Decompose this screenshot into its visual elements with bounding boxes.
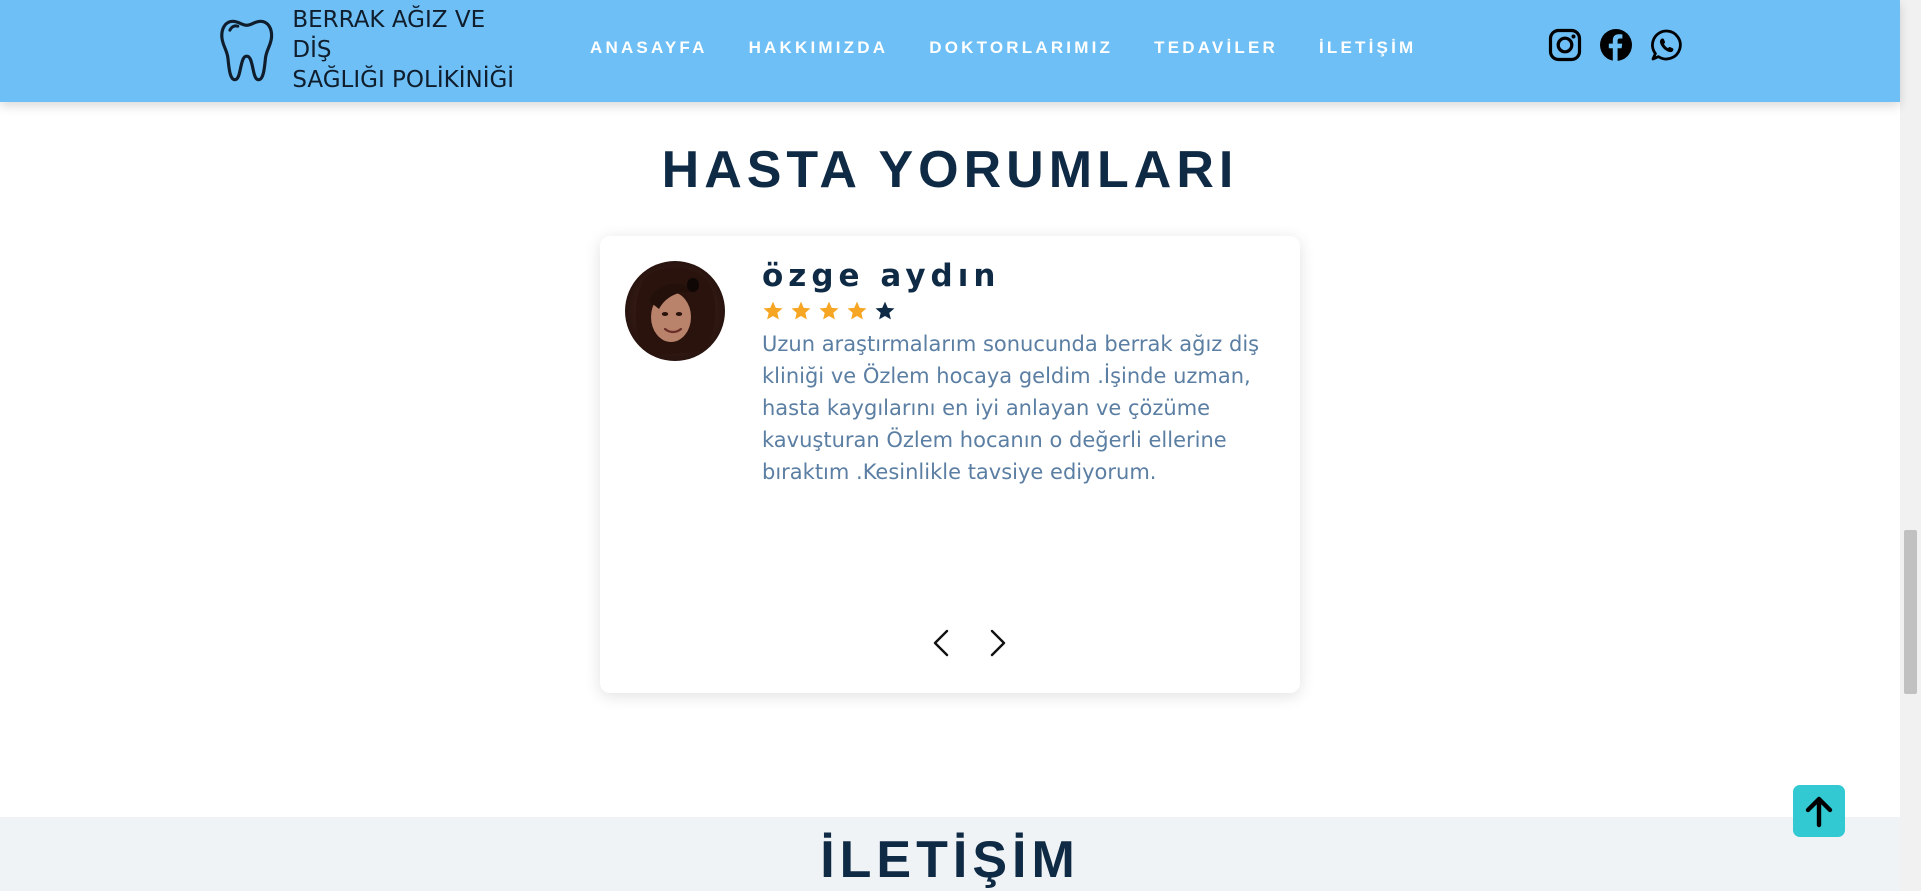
reviewer-name: özge aydın bbox=[762, 258, 1001, 294]
star-filled-icon bbox=[847, 301, 867, 320]
nav-item-anasayfa[interactable]: ANASAYFA bbox=[590, 38, 708, 58]
logo-text-line1: BERRAK AĞIZ VE DİŞ bbox=[292, 7, 486, 63]
arrow-up-icon bbox=[1805, 796, 1833, 828]
star-filled-icon bbox=[763, 301, 783, 320]
rating-stars bbox=[762, 300, 896, 322]
avatar-photo bbox=[625, 261, 725, 361]
tooth-icon bbox=[220, 19, 274, 82]
testimonials-title: HASTA YORUMLARI bbox=[661, 141, 1239, 199]
chevron-left-icon[interactable] bbox=[925, 626, 959, 660]
nav-item-doktorlarimiz[interactable]: DOKTORLARIMIZ bbox=[929, 38, 1113, 58]
star-empty-icon bbox=[875, 301, 895, 320]
logo-text: BERRAK AĞIZ VE DİŞ SAĞLIĞI POLİKİNİĞİ bbox=[292, 5, 529, 95]
logo[interactable]: BERRAK AĞIZ VE DİŞ SAĞLIĞI POLİKİNİĞİ bbox=[219, 7, 529, 93]
scrollbar-thumb[interactable] bbox=[1904, 530, 1917, 694]
testimonial-card: özge aydın Uzun araştırmalarım sonucunda… bbox=[600, 236, 1300, 693]
nav-item-iletisim[interactable]: İLETİŞİM bbox=[1319, 38, 1416, 58]
back-to-top-button[interactable] bbox=[1793, 785, 1845, 837]
social-links bbox=[1548, 28, 1684, 62]
main-nav: ANASAYFA HAKKIMIZDA DOKTORLARIMIZ TEDAVİ… bbox=[590, 38, 1416, 58]
contact-title: İLETİŞİM bbox=[820, 831, 1080, 889]
page-scrollbar[interactable] bbox=[1900, 0, 1921, 891]
avatar bbox=[625, 261, 725, 361]
whatsapp-icon[interactable] bbox=[1650, 28, 1684, 62]
site-header: BERRAK AĞIZ VE DİŞ SAĞLIĞI POLİKİNİĞİ AN… bbox=[0, 0, 1900, 102]
chevron-right-icon[interactable] bbox=[980, 626, 1014, 660]
review-text: Uzun araştırmalarım sonucunda berrak ağı… bbox=[762, 332, 1260, 484]
star-filled-icon bbox=[819, 301, 839, 320]
page: BERRAK AĞIZ VE DİŞ SAĞLIĞI POLİKİNİĞİ AN… bbox=[0, 0, 1921, 891]
facebook-icon[interactable] bbox=[1599, 28, 1633, 62]
nav-item-tedaviler[interactable]: TEDAVİLER bbox=[1154, 38, 1278, 58]
nav-item-hakkimizda[interactable]: HAKKIMIZDA bbox=[749, 38, 889, 58]
logo-text-line2: SAĞLIĞI POLİKİNİĞİ bbox=[292, 67, 515, 93]
instagram-icon[interactable] bbox=[1548, 28, 1582, 62]
star-filled-icon bbox=[791, 301, 811, 320]
